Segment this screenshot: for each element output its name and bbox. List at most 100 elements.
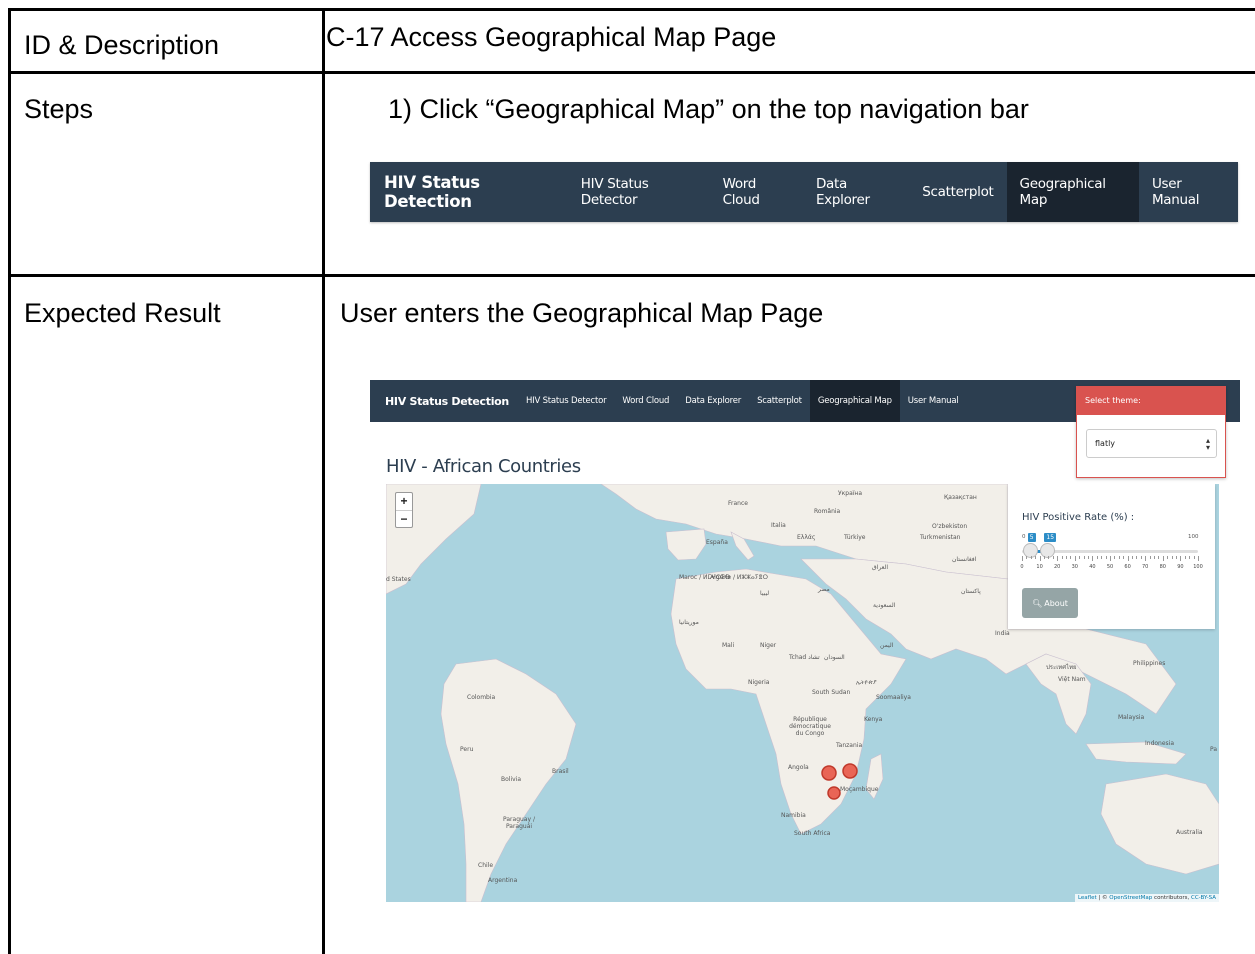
about-label: About xyxy=(1044,598,1068,608)
zoom-out-button[interactable]: − xyxy=(396,510,412,527)
map-label: Україна xyxy=(838,490,863,497)
slider-tick xyxy=(1096,556,1098,559)
theme-select[interactable]: flatly ▴ ▾ xyxy=(1086,429,1217,458)
slider-tick xyxy=(1136,556,1138,559)
zoom-control: + − xyxy=(395,492,413,528)
nav-item-word-cloud[interactable]: Word Cloud xyxy=(710,162,803,222)
map-label: Chile xyxy=(478,862,494,869)
map-marker-2 xyxy=(842,763,858,779)
slider-tick-label: 30 xyxy=(1071,564,1078,570)
slider-tick xyxy=(1030,556,1032,559)
slider-tick xyxy=(1110,556,1111,561)
slider-tick xyxy=(1026,556,1028,559)
slider-tick xyxy=(1132,556,1133,559)
app-screenshot: HIV Status Detection HIV Status Detector… xyxy=(370,380,1240,910)
slider-tick xyxy=(1145,556,1147,561)
nav-item-hiv-status-detector[interactable]: HIV Status Detector xyxy=(568,162,710,222)
slider-tick xyxy=(1127,556,1129,561)
app-nav-item-data-explorer[interactable]: Data Explorer xyxy=(677,380,749,422)
theme-selector-title: Select theme: xyxy=(1077,387,1225,415)
nav-item-user-manual[interactable]: User Manual xyxy=(1139,162,1238,222)
slider-tick xyxy=(1035,556,1037,559)
table-border-row2 xyxy=(8,274,1255,277)
row-value-id: C-17 Access Geographical Map Page xyxy=(326,22,777,52)
map-label: Turkmenistan xyxy=(920,534,961,541)
app-nav-item-word-cloud[interactable]: Word Cloud xyxy=(614,380,677,422)
map-label: Argentina xyxy=(488,877,518,884)
slider-tick xyxy=(1171,556,1173,559)
map-label: العراق xyxy=(872,564,889,571)
slider-tick xyxy=(1158,556,1160,559)
slider-tick xyxy=(1092,556,1094,561)
slider-tick xyxy=(1154,556,1155,559)
nav-item-scatterplot[interactable]: Scatterplot xyxy=(909,162,1006,222)
slider-tick xyxy=(1079,556,1081,559)
nav-item-geographical-map[interactable]: Geographical Map xyxy=(1006,162,1139,222)
slider-tick-label: 70 xyxy=(1142,564,1149,570)
slider-tick-labels: 0 10 20 30 40 50 60 70 80 90 100 xyxy=(1020,564,1202,572)
nav-item-data-explorer[interactable]: Data Explorer xyxy=(803,162,909,222)
slider-tick xyxy=(1022,556,1023,561)
map-label: Malaysia xyxy=(1118,714,1145,721)
about-button[interactable]: 🔍︎ About xyxy=(1022,588,1078,618)
map-label: پاکستان xyxy=(961,588,981,595)
map-label: Colombia xyxy=(467,694,496,701)
map-label: ليبيا xyxy=(760,590,770,597)
app-nav-item-geographical-map[interactable]: Geographical Map xyxy=(809,380,900,422)
app-nav-brand[interactable]: HIV Status Detection xyxy=(370,395,518,408)
table-border-row1 xyxy=(8,71,1255,74)
table-border-top xyxy=(8,8,1255,11)
map-label: Namibia xyxy=(781,812,806,819)
slider-tick xyxy=(1105,556,1107,559)
map-label: République démocratique du Congo xyxy=(789,716,831,737)
slider-tick xyxy=(1176,556,1177,559)
slider-tick xyxy=(1074,556,1076,561)
map-label: السعودية xyxy=(873,602,896,609)
map-view[interactable]: France Україна România Қазақстан Italia … xyxy=(386,484,1219,902)
app-nav-item-hiv-status-detector[interactable]: HIV Status Detector xyxy=(518,380,614,422)
map-marker-3 xyxy=(827,786,841,800)
slider-tick xyxy=(1149,556,1151,559)
row-label-id: ID & Description xyxy=(24,30,220,60)
slider-tick xyxy=(1167,556,1169,559)
row-value-expected: User enters the Geographical Map Page xyxy=(340,298,824,328)
slider-tick xyxy=(1088,556,1089,559)
map-label: Pa xyxy=(1210,746,1218,753)
app-nav-item-scatterplot[interactable]: Scatterplot xyxy=(749,380,810,422)
leaflet-link[interactable]: Leaflet xyxy=(1078,895,1097,901)
slider-max-label: 100 xyxy=(1188,534,1199,540)
theme-select-value: flatly xyxy=(1095,439,1116,448)
select-caret-icon: ▴ ▾ xyxy=(1205,436,1210,452)
nav-bar-screenshot: HIV Status Detection HIV Status Detector… xyxy=(370,162,1238,222)
app-nav-item-user-manual[interactable]: User Manual xyxy=(900,380,967,422)
nav-brand[interactable]: HIV Status Detection xyxy=(370,173,568,211)
map-label: السودان xyxy=(824,654,845,661)
page-title: HIV - African Countries xyxy=(386,456,581,477)
slider-tick xyxy=(1061,556,1063,559)
slider-tick xyxy=(1184,556,1186,559)
map-label: d States xyxy=(386,576,411,583)
map-label: Қазақстан xyxy=(944,494,977,501)
map-label: España xyxy=(706,539,728,546)
osm-link[interactable]: OpenStreetMap xyxy=(1109,895,1152,901)
map-label: Việt Nam xyxy=(1058,676,1086,683)
slider-tick xyxy=(1044,556,1045,559)
row-label-expected: Expected Result xyxy=(24,298,221,328)
map-label: Paraguay / Paraguái xyxy=(503,816,535,830)
slider-tick xyxy=(1123,556,1125,559)
row-label-steps: Steps xyxy=(24,94,94,124)
map-label: Tchad تشاد xyxy=(789,654,820,661)
slider-tick-label: 100 xyxy=(1193,564,1203,570)
zoom-in-button[interactable]: + xyxy=(396,493,412,510)
map-label: Algérie / ⵍⵣⵣⴰⵢⴻⵔ xyxy=(710,574,768,581)
cc-by-sa-link[interactable]: CC-BY-SA xyxy=(1191,895,1216,901)
slider-tick-label: 40 xyxy=(1089,564,1096,570)
attribution-text: contributors, xyxy=(1152,895,1191,901)
map-label: Soomaaliya xyxy=(876,694,911,701)
slider-to-value: 15 xyxy=(1044,533,1057,542)
map-label: O'zbekiston xyxy=(932,523,968,530)
map-label: Angola xyxy=(788,764,809,771)
map-label: موريتانيا xyxy=(679,619,699,626)
map-label: اليمن xyxy=(880,642,894,649)
slider-tick-label: 90 xyxy=(1177,564,1184,570)
